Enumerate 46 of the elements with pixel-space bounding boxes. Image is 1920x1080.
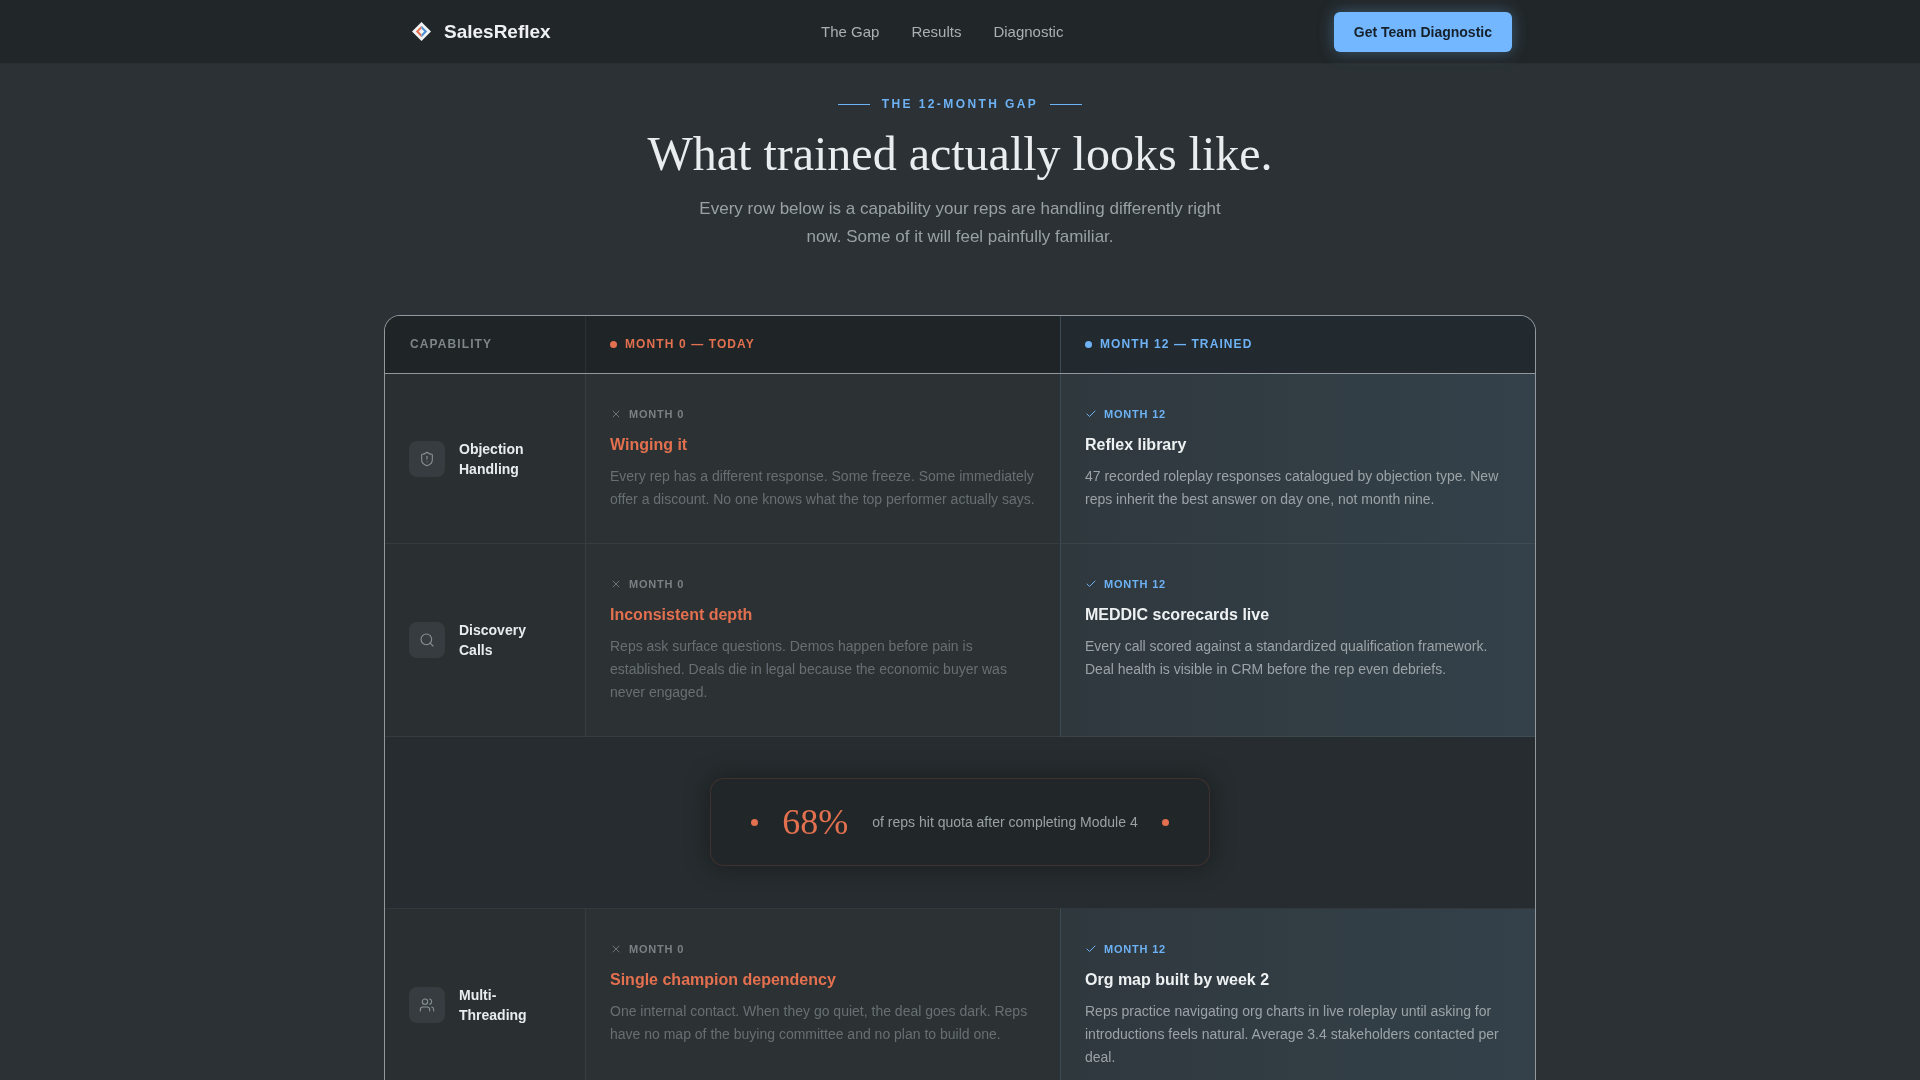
section-title: What trained actually looks like.: [646, 126, 1274, 182]
stat-value: 68%: [782, 801, 849, 843]
comparison-text: Every call scored against a standardized qualification framework. Deal health is visible in CRM before the rep even debriefs.: [1085, 637, 1489, 679]
column-header-text: CAPABILITY: [410, 336, 493, 353]
nav-link[interactable]: Diagnostic: [993, 23, 1064, 40]
cross-icon: [610, 408, 622, 420]
nav-link[interactable]: The Gap: [821, 23, 880, 40]
comparison-title: Winging it: [610, 435, 689, 455]
month-label: MONTH 0: [629, 407, 685, 422]
comparison-text: Reps practice navigating org charts in live roleplay until asking for introductions feels natural. Average 3.4 stakeholders contacted per deal.: [1085, 1002, 1500, 1067]
cta-button[interactable]: Get Team Diagnostic: [1333, 11, 1512, 52]
capability-name: Multi-Threading: [459, 986, 528, 1025]
comparison-title: Reflex library: [1085, 435, 1188, 455]
search-icon: [409, 622, 445, 658]
month-label: MONTH 12: [1104, 407, 1167, 422]
dot-icon: [1161, 818, 1169, 826]
comparison-text: Every rep has a different response. Some freeze. Some immediately offer a discount. No one knows what the top performer actually says.: [610, 467, 1036, 509]
month-label: MONTH 12: [1104, 942, 1167, 957]
capability-name: Objection Handling: [459, 439, 525, 479]
shield-exclamation-icon: [409, 440, 445, 477]
month-label: MONTH 0: [629, 942, 685, 957]
check-icon: [1085, 578, 1097, 590]
cross-icon: [610, 578, 622, 590]
cross-icon: [610, 943, 622, 955]
comparison-text: One internal contact. When they go quiet, the deal goes dark. Reps have no map of the buying committee and no plan to build one.: [610, 1002, 1029, 1044]
stat-text: of reps hit quota after completing Module 4: [872, 814, 1138, 830]
check-icon: [1085, 408, 1097, 420]
comparison-title: MEDDIC scorecards live: [1085, 605, 1271, 625]
nav-link[interactable]: Results: [911, 23, 962, 40]
column-header-text: MONTH 12 — TRAINED: [1100, 336, 1253, 353]
comparison-title: Single champion dependency: [610, 970, 837, 990]
brand-name: SalesReflex: [444, 20, 551, 43]
month-label: MONTH 0: [629, 577, 685, 592]
comparison-title: Inconsistent depth: [610, 605, 754, 625]
comparison-text: Reps ask surface questions. Demos happen before pain is established. Deals die in legal because the economic buyer was never engaged.: [610, 637, 1008, 702]
capability-name: Discovery Calls: [459, 621, 527, 660]
eyebrow-text: THE 12-MONTH GAP: [881, 97, 1039, 111]
comparison-title: Org map built by week 2: [1085, 970, 1271, 990]
check-icon: [1085, 943, 1097, 955]
comparison-text: 47 recorded roleplay responses catalogued by objection type. New reps inherit the best answer on day one, not month nine.: [1085, 467, 1500, 509]
column-header-text: MONTH 0 — TODAY: [625, 336, 755, 353]
logo-icon: [412, 22, 431, 41]
month-label: MONTH 12: [1104, 577, 1167, 592]
people-icon: [409, 987, 445, 1023]
section-subtitle: Every row below is a capability your reps are handling differently right now. Some of it will feel painfully familiar.: [698, 198, 1222, 248]
dot-icon: [751, 818, 759, 826]
